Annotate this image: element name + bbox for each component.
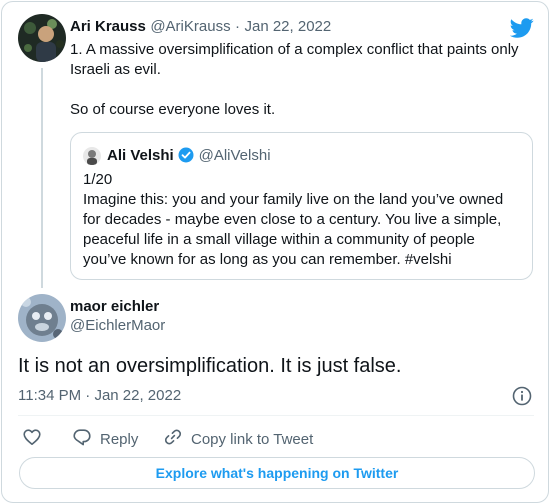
copy-link-button[interactable]: Copy link to Tweet: [163, 427, 313, 451]
parent-date[interactable]: Jan 22, 2022: [244, 18, 331, 35]
quoted-tweet-header: Ali Velshi @AliVelshi: [107, 147, 271, 168]
quoted-text-line: peaceful life in a small village within …: [83, 231, 475, 248]
quoted-text-line: Imagine this: you and your family live o…: [83, 191, 504, 208]
ari-krauss-avatar[interactable]: [18, 14, 66, 62]
quoted-tweet-text: 1/20 Imagine this: you and your family l…: [83, 170, 528, 270]
quoted-tweet[interactable]: Ali Velshi @AliVelshi 1/20 Imagine this:…: [70, 132, 533, 280]
quoted-display-name: Ali Velshi: [107, 147, 174, 164]
twitter-logo-icon[interactable]: [509, 16, 534, 40]
main-display-name[interactable]: maor eichler: [70, 298, 165, 315]
parent-display-name[interactable]: Ari Krauss: [70, 18, 146, 35]
action-divider: [18, 415, 534, 416]
main-tweet-text: It is not an oversimplification. It is j…: [18, 355, 402, 377]
explore-twitter-button[interactable]: Explore what's happening on Twitter: [19, 457, 535, 489]
copy-link-label: Copy link to Tweet: [191, 430, 314, 448]
maor-eichler-avatar[interactable]: [18, 294, 66, 342]
parent-tweet-text: 1. A massive oversimplification of a com…: [70, 40, 540, 120]
quoted-counter: 1/20: [83, 171, 113, 188]
main-tweet-header: maor eichler @EichlerMaor: [70, 298, 165, 334]
like-button[interactable]: [22, 427, 42, 451]
reply-icon: [72, 427, 92, 451]
tweet-timestamp[interactable]: 11:34 PM · Jan 22, 2022: [18, 387, 181, 404]
info-icon[interactable]: [512, 386, 532, 406]
parent-text-line: Israeli as evil.: [70, 61, 161, 78]
thread-connector-line: [41, 68, 43, 288]
tweet-date: Jan 22, 2022: [94, 387, 182, 404]
parent-text-line: So of course everyone loves it.: [70, 101, 276, 118]
parent-tweet-header: Ari Krauss @AriKrauss · Jan 22, 2022: [70, 18, 331, 36]
link-icon: [163, 427, 183, 451]
tweet-time: 11:34 PM: [18, 387, 82, 404]
header-separator: ·: [235, 18, 241, 35]
quoted-text-line: for decades - maybe even close to a cent…: [83, 211, 502, 228]
quoted-text-line: you’ve known for as long as you can reme…: [83, 251, 452, 268]
main-handle[interactable]: @EichlerMaor: [70, 317, 165, 334]
parent-handle[interactable]: @AriKrauss: [150, 18, 230, 35]
ali-velshi-avatar: [83, 147, 101, 165]
reply-label: Reply: [100, 430, 139, 448]
verified-badge-icon: [178, 147, 194, 168]
embedded-tweet-card: Ari Krauss @AriKrauss · Jan 22, 2022 1. …: [1, 1, 549, 503]
parent-text-line: 1. A massive oversimplification of a com…: [70, 41, 519, 58]
reply-button[interactable]: Reply: [72, 427, 138, 451]
quoted-handle: @AliVelshi: [198, 147, 271, 164]
heart-icon: [22, 427, 42, 451]
timestamp-separator: ·: [85, 387, 91, 404]
